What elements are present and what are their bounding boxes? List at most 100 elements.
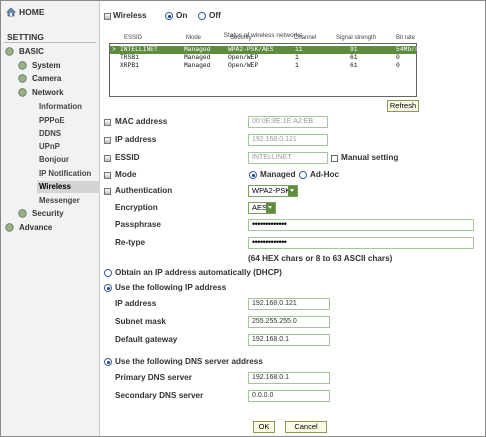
- chevron-down-icon: [288, 186, 297, 196]
- row-mode: Managed: [184, 46, 211, 53]
- nav-network[interactable]: Network: [18, 88, 64, 97]
- row-essid: INTELLINET: [120, 46, 158, 53]
- dhcp-label: Obtain an IP address automatically (DHCP…: [115, 268, 282, 277]
- network-row[interactable]: XRPB1 Managed Open/WEP 1 61 0: [110, 62, 416, 70]
- row-security: WPA2-PSK/AES: [228, 46, 274, 53]
- static-ip-address-label: IP address: [115, 299, 157, 308]
- folder-icon: [5, 223, 14, 232]
- chevron-down-icon: [266, 203, 275, 213]
- wireless-on-label: On: [176, 11, 188, 20]
- row-security: Open/WEP: [228, 54, 259, 61]
- passphrase-field[interactable]: •••••••••••••: [248, 219, 474, 231]
- mode-managed-label: Managed: [260, 170, 296, 179]
- row-rate: 54Mb/s: [396, 46, 419, 53]
- enc-select-value: AES: [252, 203, 268, 212]
- network-row[interactable]: TRSB1 Managed Open/WEP 1 61 0: [110, 54, 416, 62]
- primary-dns-field[interactable]: 192.168.0.1: [248, 372, 330, 384]
- nav-basic[interactable]: BASIC: [5, 47, 44, 56]
- folder-icon: [18, 74, 27, 83]
- row-signal: 61: [350, 54, 358, 61]
- row-channel: 1: [295, 62, 299, 69]
- gateway-field[interactable]: 192.168.0.1: [248, 334, 330, 346]
- mode-adhoc-label: Ad-Hoc: [310, 170, 340, 179]
- row-rate: 0: [396, 54, 400, 61]
- nav-camera[interactable]: Camera: [18, 74, 61, 83]
- secondary-dns-field[interactable]: 0.0.0.0: [248, 390, 330, 402]
- row-marker: >: [112, 46, 116, 53]
- dns-radio[interactable]: [104, 358, 112, 366]
- mode-adhoc-radio[interactable]: [299, 171, 307, 179]
- folder-icon: [18, 61, 27, 70]
- static-ip-radio[interactable]: [104, 284, 112, 292]
- row-essid: XRPB1: [120, 62, 139, 69]
- bullet-square-icon: [104, 137, 111, 144]
- dhcp-radio[interactable]: [104, 269, 112, 277]
- nav-network-label: Network: [32, 88, 64, 97]
- nav-home[interactable]: HOME: [6, 5, 45, 19]
- bullet-square-icon: [104, 188, 111, 195]
- static-ip-address-field[interactable]: 192.168.0.121: [248, 298, 330, 310]
- manual-setting-checkbox[interactable]: [331, 155, 338, 162]
- mac-label: MAC address: [115, 117, 168, 126]
- nav-security-label: Security: [32, 209, 64, 218]
- wireless-label: Wireless: [113, 11, 147, 20]
- auth-select[interactable]: WPA2-PSK: [248, 185, 298, 197]
- wireless-on-radio[interactable]: [165, 12, 173, 20]
- sidebar-item-upnp[interactable]: UPnP: [39, 142, 60, 151]
- sidebar-item-ip-notification[interactable]: IP Notification: [39, 169, 91, 178]
- pass-label: Passphrase: [115, 220, 161, 229]
- col-channel: Channel: [294, 35, 317, 41]
- home-icon: [6, 7, 16, 17]
- network-row[interactable]: > INTELLINET Managed WPA2-PSK/AES 11 91 …: [110, 46, 419, 54]
- main-panel: Wireless On Off Status of wireless netwo…: [101, 1, 485, 436]
- row-channel: 11: [295, 46, 303, 53]
- sidebar-item-messenger[interactable]: Messenger: [39, 196, 80, 205]
- subnet-mask-field[interactable]: 255.255.255.0: [248, 316, 330, 328]
- sidebar-item-bonjour[interactable]: Bonjour: [39, 155, 69, 164]
- nav-home-label: HOME: [19, 7, 45, 17]
- row-channel: 1: [295, 54, 299, 61]
- primary-dns-label: Primary DNS server: [115, 373, 192, 382]
- enc-label: Encryption: [115, 203, 158, 212]
- row-mode: Managed: [184, 62, 211, 69]
- manual-setting-label: Manual setting: [341, 153, 399, 162]
- enc-select[interactable]: AES: [248, 202, 276, 214]
- bullet-square-icon: [104, 172, 111, 179]
- sidebar-item-pppoe[interactable]: PPPoE: [39, 116, 65, 125]
- col-bitrate: Bit rate: [396, 35, 416, 41]
- bullet-square-icon: [104, 13, 111, 20]
- secondary-dns-label: Secondary DNS server: [115, 391, 204, 400]
- row-signal: 61: [350, 62, 358, 69]
- cancel-button[interactable]: Cancel: [285, 421, 327, 433]
- folder-open-icon: [18, 88, 27, 97]
- sidebar: HOME SETTING BASIC System Camera Network…: [1, 1, 100, 436]
- row-security: Open/WEP: [228, 62, 259, 69]
- essid-field: INTELLINET: [248, 152, 328, 164]
- sidebar-item-ddns[interactable]: DDNS: [39, 129, 61, 138]
- nav-security[interactable]: Security: [18, 209, 64, 218]
- mode-managed-radio[interactable]: [249, 171, 257, 179]
- setting-divider: [4, 42, 96, 43]
- wireless-off-radio[interactable]: [198, 12, 206, 20]
- sidebar-item-wireless[interactable]: Wireless: [37, 181, 100, 193]
- ip-label: IP address: [115, 135, 157, 144]
- retype-field[interactable]: •••••••••••••: [248, 237, 474, 249]
- gateway-label: Default gateway: [115, 335, 178, 344]
- row-rate: 0: [396, 62, 400, 69]
- dns-label: Use the following DNS server address: [115, 357, 263, 366]
- nav-system[interactable]: System: [18, 61, 60, 70]
- networks-list[interactable]: ESSID Mode Security Channel Signal stren…: [109, 35, 419, 97]
- nav-advance-label: Advance: [19, 223, 53, 232]
- nav-advance[interactable]: Advance: [5, 223, 52, 232]
- setting-title: SETTING: [7, 32, 44, 42]
- mode-label: Mode: [115, 170, 137, 179]
- essid-label: ESSID: [115, 153, 140, 162]
- col-security: Security: [230, 35, 252, 41]
- col-mode: Mode: [186, 35, 202, 41]
- sidebar-item-information[interactable]: Information: [39, 102, 82, 111]
- refresh-button[interactable]: Refresh: [387, 100, 419, 112]
- bullet-square-icon: [104, 119, 111, 126]
- passphrase-hint: (64 HEX chars or 8 to 63 ASCII chars): [248, 254, 393, 263]
- row-mode: Managed: [184, 54, 211, 61]
- ok-button[interactable]: OK: [253, 421, 275, 433]
